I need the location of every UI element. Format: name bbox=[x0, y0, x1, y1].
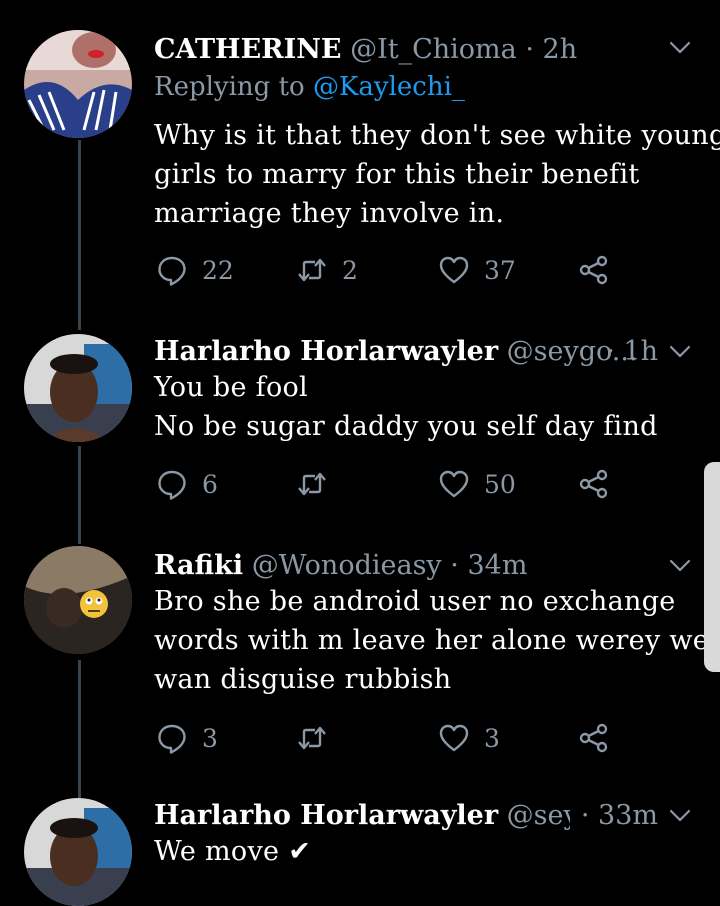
author-name[interactable]: Harlarho Horlarwayler bbox=[154, 800, 498, 831]
replying-to: Replying to @Kaylechi_ bbox=[154, 68, 465, 106]
heart-icon bbox=[438, 468, 470, 500]
author-handle[interactable]: @It_Chioma bbox=[350, 34, 517, 65]
avatar[interactable] bbox=[24, 30, 132, 138]
tweet-actions: 3 3 bbox=[154, 718, 624, 758]
reply-count: 6 bbox=[202, 469, 218, 499]
tweet-actions: 22 2 37 bbox=[154, 250, 624, 290]
retweet-button[interactable] bbox=[296, 464, 342, 504]
chevron-down-icon[interactable] bbox=[668, 806, 692, 826]
separator-dot: · bbox=[606, 336, 615, 367]
tweet[interactable]: CATHERINE @It_Chioma · 2h Replying to @K… bbox=[0, 30, 720, 310]
chevron-down-icon[interactable] bbox=[668, 38, 692, 58]
tweet-text-line: We move bbox=[154, 836, 280, 867]
retweet-count: 2 bbox=[342, 255, 358, 285]
reply-icon bbox=[156, 468, 188, 500]
reply-count: 3 bbox=[202, 723, 218, 753]
share-button[interactable] bbox=[578, 464, 610, 504]
reply-button[interactable]: 6 bbox=[156, 464, 218, 504]
timestamp[interactable]: 34m bbox=[467, 550, 527, 581]
tweet-text-line: You be fool bbox=[154, 372, 308, 403]
chevron-down-icon[interactable] bbox=[668, 556, 692, 576]
tweet-actions: 6 50 bbox=[154, 464, 624, 504]
tweet[interactable]: Harlarho Horlarwayler @seyg... · 33m We … bbox=[0, 796, 720, 906]
tweet-text-line: wan disguise rubbish bbox=[154, 664, 452, 695]
share-icon bbox=[578, 722, 610, 754]
separator-dot: · bbox=[450, 550, 459, 581]
author-handle[interactable]: @Wonodieasy bbox=[252, 550, 442, 581]
scrollbar[interactable] bbox=[704, 462, 720, 672]
heart-icon bbox=[438, 722, 470, 754]
like-count: 3 bbox=[484, 723, 500, 753]
tweet[interactable]: Harlarho Horlarwayler @seygo... · 1h You… bbox=[0, 332, 720, 512]
like-count: 37 bbox=[484, 255, 516, 285]
replying-to-label: Replying to bbox=[154, 72, 305, 102]
share-icon bbox=[578, 254, 610, 286]
retweet-icon bbox=[296, 722, 328, 754]
author-handle[interactable]: @seyg... bbox=[507, 800, 570, 831]
reply-button[interactable]: 3 bbox=[156, 718, 218, 758]
separator-dot: · bbox=[525, 34, 534, 65]
mention-link[interactable]: @Kaylechi_ bbox=[313, 72, 465, 102]
like-count: 50 bbox=[484, 469, 516, 499]
share-button[interactable] bbox=[578, 250, 610, 290]
timestamp[interactable]: 33m bbox=[598, 800, 658, 831]
avatar[interactable] bbox=[24, 334, 132, 442]
tweet[interactable]: Rafiki @Wonodieasy · 34m Bro she be andr… bbox=[0, 546, 720, 766]
timestamp[interactable]: 2h bbox=[543, 34, 578, 65]
avatar[interactable] bbox=[24, 546, 132, 654]
like-button[interactable]: 50 bbox=[438, 464, 516, 504]
reply-count: 22 bbox=[202, 255, 234, 285]
retweet-icon bbox=[296, 468, 328, 500]
avatar[interactable] bbox=[24, 798, 132, 906]
tweet-text: Why is it that they don't see white youn… bbox=[154, 116, 720, 233]
tweet-text-line: words with m leave her alone werey wey bbox=[154, 625, 720, 656]
reply-icon bbox=[156, 722, 188, 754]
tweet-text: We move ✔ bbox=[154, 832, 690, 871]
tweet-text: Bro she be android user no exchange word… bbox=[154, 582, 720, 699]
chevron-down-icon[interactable] bbox=[668, 342, 692, 362]
tweet-text-line: girls to marry for this their benefit bbox=[154, 159, 640, 190]
heart-icon bbox=[438, 254, 470, 286]
retweet-button[interactable] bbox=[296, 718, 342, 758]
tweet-text-line: Why is it that they don't see white youn… bbox=[154, 120, 720, 151]
author-name[interactable]: CATHERINE bbox=[154, 34, 341, 65]
check-mark-emoji: ✔ bbox=[288, 836, 312, 867]
timestamp[interactable]: 1h bbox=[623, 336, 658, 367]
reply-button[interactable]: 22 bbox=[156, 250, 234, 290]
separator-dot: · bbox=[580, 800, 590, 831]
retweet-button[interactable]: 2 bbox=[296, 250, 358, 290]
author-name[interactable]: Harlarho Horlarwayler bbox=[154, 336, 498, 367]
like-button[interactable]: 37 bbox=[438, 250, 516, 290]
tweet-text: You be fool No be sugar daddy you self d… bbox=[154, 368, 690, 446]
tweet-text-line: marriage they involve in. bbox=[154, 198, 505, 229]
tweet-text-line: No be sugar daddy you self day find bbox=[154, 411, 658, 442]
retweet-icon bbox=[296, 254, 328, 286]
share-icon bbox=[578, 468, 610, 500]
tweet-text-line: Bro she be android user no exchange bbox=[154, 586, 676, 617]
author-name[interactable]: Rafiki bbox=[154, 550, 243, 581]
share-button[interactable] bbox=[578, 718, 610, 758]
like-button[interactable]: 3 bbox=[438, 718, 500, 758]
reply-icon bbox=[156, 254, 188, 286]
